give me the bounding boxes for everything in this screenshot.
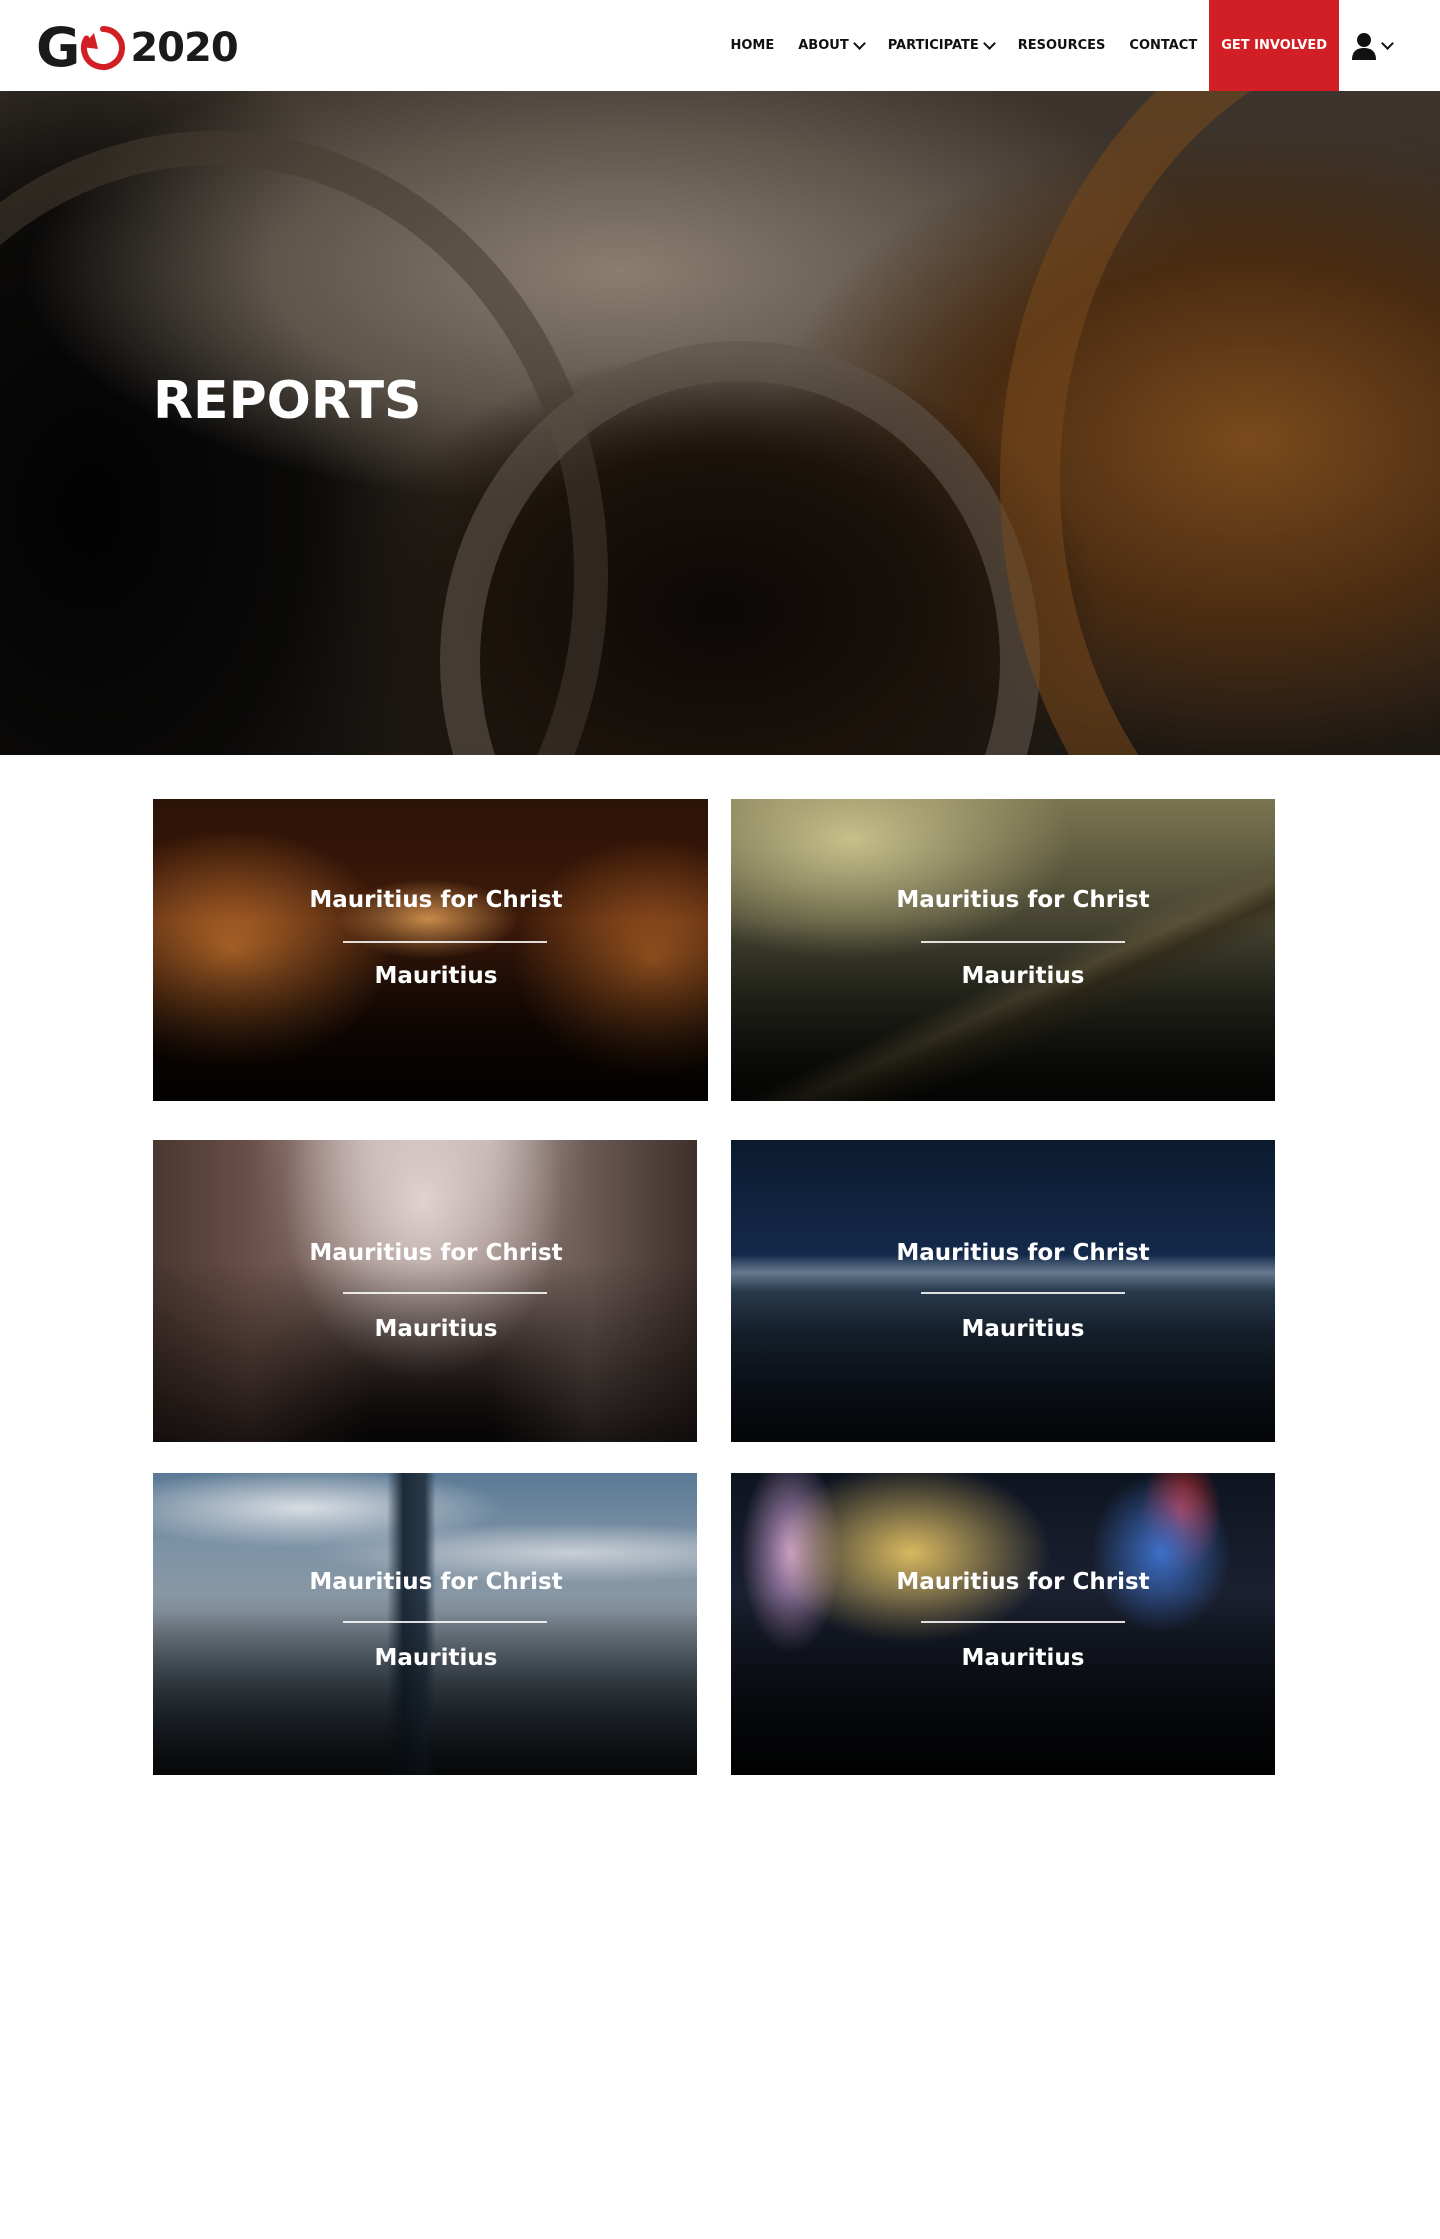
- card-subtitle: Mauritius: [961, 1645, 1085, 1671]
- main-nav: HOME ABOUT PARTICIPATE RESOURCES CONTACT…: [719, 0, 1440, 91]
- card-subtitle: Mauritius: [961, 1316, 1085, 1342]
- card-gradient-overlay: [153, 1260, 697, 1442]
- card-divider: [921, 1621, 1125, 1623]
- site-header: G 2020 HOME ABOUT PARTICIPATE RESOURCES …: [0, 0, 1440, 91]
- get-involved-button[interactable]: GET INVOLVED: [1209, 0, 1339, 91]
- report-card[interactable]: Mauritius for Christ Mauritius: [153, 1140, 697, 1442]
- site-logo[interactable]: G 2020: [36, 16, 239, 79]
- hero-arch-decoration: [1000, 91, 1440, 755]
- user-icon: [1352, 32, 1376, 60]
- card-title: Mauritius for Christ: [896, 1569, 1150, 1595]
- logo-circular-arrow-icon: [81, 26, 126, 70]
- card-gradient-overlay: [153, 919, 708, 1101]
- card-title: Mauritius for Christ: [896, 887, 1150, 913]
- card-gradient-overlay: [731, 1260, 1275, 1442]
- nav-item-label: CONTACT: [1129, 38, 1198, 53]
- report-card[interactable]: Mauritius for Christ Mauritius: [153, 799, 708, 1101]
- get-involved-label: GET INVOLVED: [1221, 38, 1327, 53]
- nav-item-label: HOME: [730, 38, 775, 53]
- hero-banner: REPORTS: [0, 91, 1440, 755]
- nav-item-home[interactable]: HOME: [719, 0, 787, 91]
- logo-letter: G: [36, 16, 80, 79]
- card-divider: [921, 1292, 1125, 1294]
- page-title: REPORTS: [153, 371, 422, 431]
- nav-item-label: RESOURCES: [1017, 38, 1106, 53]
- logo-year: 2020: [130, 25, 238, 71]
- user-menu-button[interactable]: [1339, 0, 1440, 91]
- card-title: Mauritius for Christ: [309, 887, 563, 913]
- report-card[interactable]: Mauritius for Christ Mauritius: [731, 1473, 1275, 1775]
- chevron-down-icon: [852, 37, 866, 50]
- nav-item-resources[interactable]: RESOURCES: [1006, 0, 1118, 91]
- card-divider: [343, 1292, 547, 1294]
- chevron-down-icon: [1381, 37, 1394, 50]
- nav-item-contact[interactable]: CONTACT: [1117, 0, 1209, 91]
- card-title: Mauritius for Christ: [309, 1240, 563, 1266]
- card-subtitle: Mauritius: [961, 963, 1085, 989]
- card-divider: [921, 941, 1125, 943]
- card-title: Mauritius for Christ: [896, 1240, 1150, 1266]
- card-gradient-overlay: [731, 919, 1275, 1101]
- card-subtitle: Mauritius: [374, 963, 498, 989]
- report-card[interactable]: Mauritius for Christ Mauritius: [731, 1140, 1275, 1442]
- chevron-down-icon: [982, 37, 996, 50]
- nav-item-label: PARTICIPATE: [887, 38, 979, 53]
- report-card[interactable]: Mauritius for Christ Mauritius: [153, 1473, 697, 1775]
- card-divider: [343, 941, 547, 943]
- card-subtitle: Mauritius: [374, 1316, 498, 1342]
- nav-item-label: ABOUT: [798, 38, 849, 53]
- card-divider: [343, 1621, 547, 1623]
- report-card[interactable]: Mauritius for Christ Mauritius: [731, 799, 1275, 1101]
- nav-item-participate[interactable]: PARTICIPATE: [876, 0, 1006, 91]
- card-subtitle: Mauritius: [374, 1645, 498, 1671]
- nav-item-about[interactable]: ABOUT: [786, 0, 875, 91]
- card-title: Mauritius for Christ: [309, 1569, 563, 1595]
